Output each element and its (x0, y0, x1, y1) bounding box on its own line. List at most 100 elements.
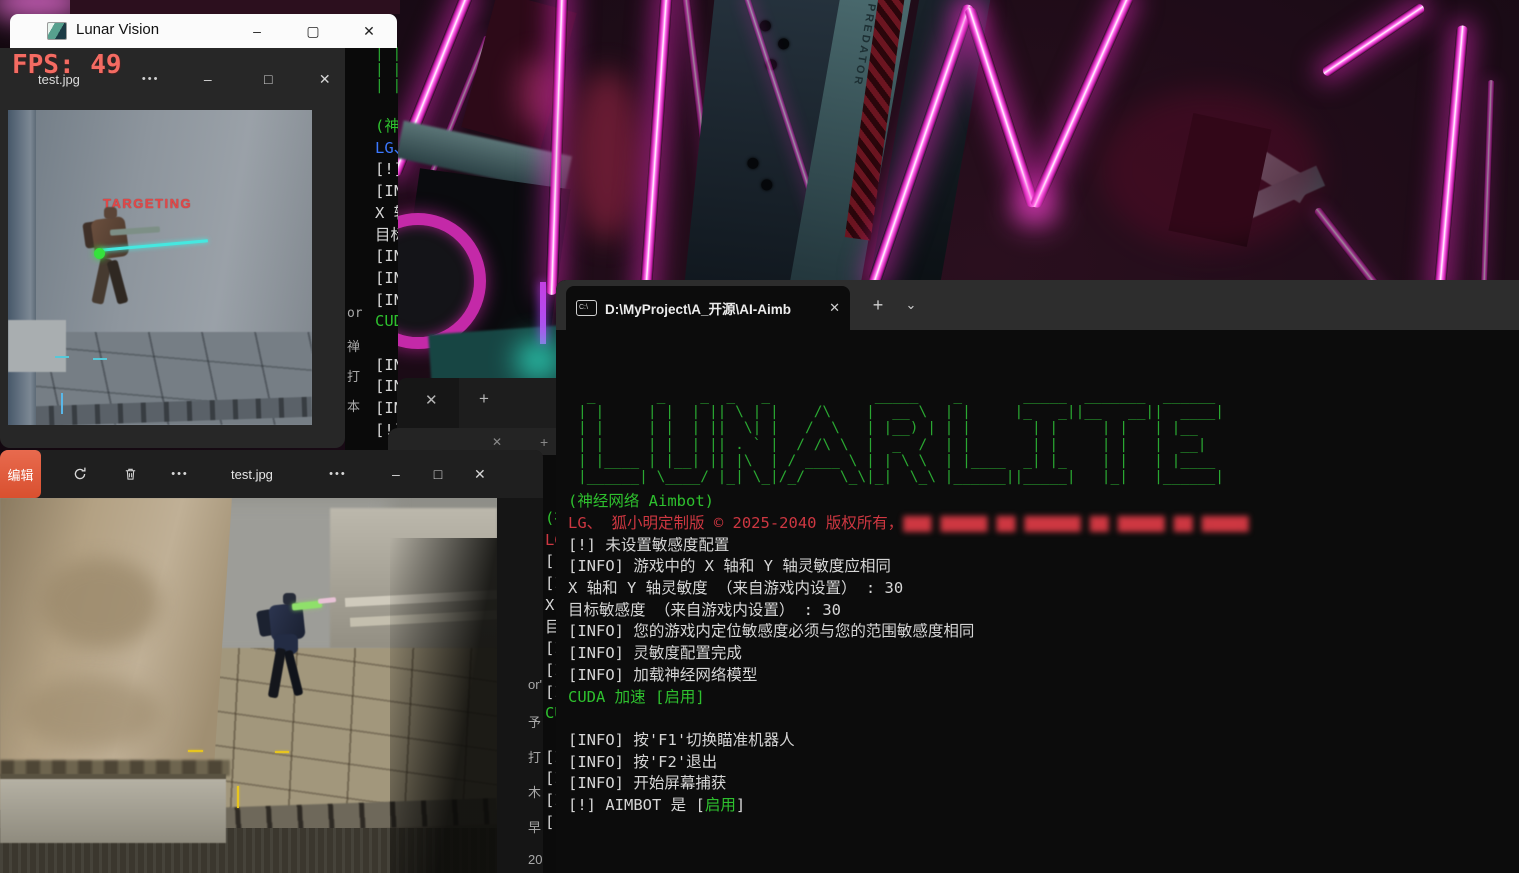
occluded-text-fragment: 打 (347, 366, 362, 385)
edit-button[interactable]: 编辑 (0, 450, 41, 498)
aim-mark-line (61, 393, 63, 414)
terminal-line: (神经网络 Aimbot) (375, 116, 398, 138)
minimize-button[interactable]: – (234, 14, 280, 48)
close-button[interactable]: ✕ (459, 450, 501, 498)
terminal-line: LG、 狐小明定制版 © 2025-2040 版权所有，▇▇▇ ▇▇▇▇▇ ▇▇… (375, 138, 398, 160)
window-title: Lunar Vision (76, 21, 159, 38)
occluded-text-fragment: 打 (528, 747, 543, 766)
preview-soldier-head (104, 207, 117, 219)
cmd-icon: C:\ (576, 300, 597, 316)
new-tab-icon[interactable]: + (540, 434, 548, 450)
new-tab-icon[interactable]: + (479, 389, 489, 409)
close-icon[interactable]: ✕ (425, 391, 438, 409)
terminal-line: [INFO] 按'F2'退出 (568, 752, 1519, 774)
rotate-button[interactable] (55, 450, 105, 498)
terminal-line: [INFO] 加载神经网络模型 (568, 665, 1519, 687)
terminal-line: X 轴和 Y 轴灵敏度 （来自游戏内设置） : 30 (375, 203, 398, 225)
terminal-line (568, 708, 1519, 730)
machinery-panel (70, 0, 400, 14)
more-button-secondary[interactable]: ••• (313, 450, 363, 498)
maximize-button[interactable]: □ (248, 56, 289, 102)
terminal-tab-title: D:\MyProject\A_开源\AI-Aimb (605, 298, 821, 318)
occluded-text-fragment: or' (347, 306, 362, 321)
aim-mark-dash (188, 750, 203, 752)
terminal-line: [INFO] 按'F1'切换瞄准机器人 (568, 730, 1519, 752)
neon-glow (1010, 190, 1060, 230)
maximize-button[interactable]: □ (417, 450, 459, 498)
new-tab-button[interactable]: + (861, 280, 895, 330)
terminal-window: C:\ D:\MyProject\A_开源\AI-Aimb ✕ + ⌄ _ _ … (556, 280, 1519, 873)
photos-window: 编辑 ••• test.jpg ••• – □ ✕ (0, 450, 543, 873)
terminal-line: [INFO] 您的游戏内定位敏感度必须与您的范围敏感度相同 (568, 621, 1519, 643)
photo-pillar-texture (20, 678, 160, 748)
terminal-line: [INFO] 开始屏幕捕获 (375, 398, 398, 420)
terminal-body[interactable]: _ _ _ _ _ _____ _ _____ _______ ______ |… (568, 330, 1519, 873)
terminal-line: [!] 未设置敏感度配置 (375, 159, 398, 181)
preview-image: TARGETING (8, 110, 312, 425)
terminal-line: [INFO] 灵敏度配置完成 (568, 643, 1519, 665)
neon-tube-purple (540, 282, 546, 344)
desktop: PREDATOR | | | | | || \ | | /\ | __ \ | … (0, 0, 1519, 873)
terminal-line: CUDA 加速 [启用] (568, 687, 1519, 709)
terminal-line: CUDA 加速 [启用] (375, 311, 398, 333)
photos-title: test.jpg (231, 467, 273, 482)
terminal-line: [!] 未设置敏感度配置 (568, 535, 1519, 557)
terminal-line: LG、 狐小明定制版 © 2025-2040 版权所有，▇▇▇ ▇▇▇▇▇ ▇▇… (568, 513, 1519, 535)
terminal-line (375, 333, 398, 355)
occluded-text-fragment: 本 (347, 396, 362, 415)
terminal-line: (神经网络 Aimbot) (568, 491, 1519, 513)
terminal-line: 目标敏感度 （来自游戏内设置） : 30 (375, 225, 398, 247)
more-button[interactable]: ••• (142, 73, 160, 85)
fps-counter: FPS: 49 (12, 50, 122, 80)
terminal-line: [INFO] 按'F1'切换瞄准机器人 (375, 355, 398, 377)
occluded-text-fragment: 20 (528, 852, 543, 867)
terminal-line: X 轴和 Y 轴灵敏度 （来自游戏内设置） : 30 (568, 578, 1519, 600)
trash-icon (123, 466, 138, 482)
maximize-button[interactable]: ▢ (290, 14, 336, 48)
terminal-line: [INFO] 游戏中的 X 轴和 Y 轴灵敏度应相同 (375, 181, 398, 203)
neon-glow (572, 70, 642, 240)
terminal-line: [INFO] 灵敏度配置完成 (375, 268, 398, 290)
aim-mark-dash (275, 751, 289, 753)
neon-glow (1100, 90, 1320, 250)
ascii-art-banner: _ _ _ _ _ _____ _ _____ _______ ______ |… (578, 388, 1519, 485)
occluded-text-fragment: 禅 (347, 336, 362, 355)
neon-glow (516, 340, 560, 380)
minimize-button[interactable]: – (375, 450, 417, 498)
terminal-line: [INFO] 游戏中的 X 轴和 Y 轴灵敏度应相同 (568, 556, 1519, 578)
terminal-line: [INFO] 您的游戏内定位敏感度必须与您的范围敏感度相同 (375, 246, 398, 268)
tab-dropdown-icon[interactable]: ⌄ (896, 280, 926, 330)
terminal-line: [INFO] 加载神经网络模型 (375, 290, 398, 312)
terminal-line: 目标敏感度 （来自游戏内设置） : 30 (568, 600, 1519, 622)
ascii-art-fragment: | | | | | || \ | | /\ | __ \ | | |_ _||_… (375, 46, 398, 95)
occluded-text-fragment: or' (528, 677, 543, 692)
rotate-icon (72, 466, 88, 482)
tab-close-icon[interactable]: ✕ (829, 300, 840, 316)
photo-pillar-base (0, 774, 226, 843)
occluded-text-fragment: 木 (528, 782, 543, 801)
photos-titlebar: 编辑 ••• test.jpg ••• – □ ✕ (0, 450, 543, 498)
preview-soldier-leg (106, 259, 128, 304)
lunar-vision-window: Lunar Vision – ▢ ✕ (10, 14, 397, 48)
close-button[interactable]: ✕ (304, 56, 345, 102)
close-icon[interactable]: ✕ (492, 435, 502, 449)
terminal-tab[interactable]: C:\ D:\MyProject\A_开源\AI-Aimb ✕ (566, 286, 850, 330)
more-button[interactable]: ••• (155, 450, 205, 498)
photo-pillar-texture (40, 558, 160, 648)
preview-pillar (8, 110, 36, 425)
delete-button[interactable] (105, 450, 155, 498)
close-button[interactable]: ✕ (346, 14, 392, 48)
photo-shadow (390, 538, 497, 873)
terminal-output: (神经网络 Aimbot)LG、 狐小明定制版 © 2025-2040 版权所有… (568, 491, 1519, 817)
photo-letterbox: or'予打木早20 (497, 498, 543, 873)
terminal-tabbar: C:\ D:\MyProject\A_开源\AI-Aimb ✕ + ⌄ (556, 280, 1519, 330)
app-icon (47, 22, 67, 40)
terminal-line: [INFO] 开始屏幕捕获 (568, 773, 1519, 795)
occluded-text-fragment: 早 (528, 817, 543, 836)
photo-canvas (0, 498, 497, 873)
aim-target-dot (94, 248, 105, 259)
preview-window: test.jpg ••• – □ ✕ TARGETING (0, 48, 345, 448)
background-terminal-strip-left: | | | | | || \ | | /\ | __ \ | | |_ _||_… (345, 40, 398, 450)
aim-mark-dash (93, 358, 107, 360)
minimize-button[interactable]: – (187, 56, 228, 102)
